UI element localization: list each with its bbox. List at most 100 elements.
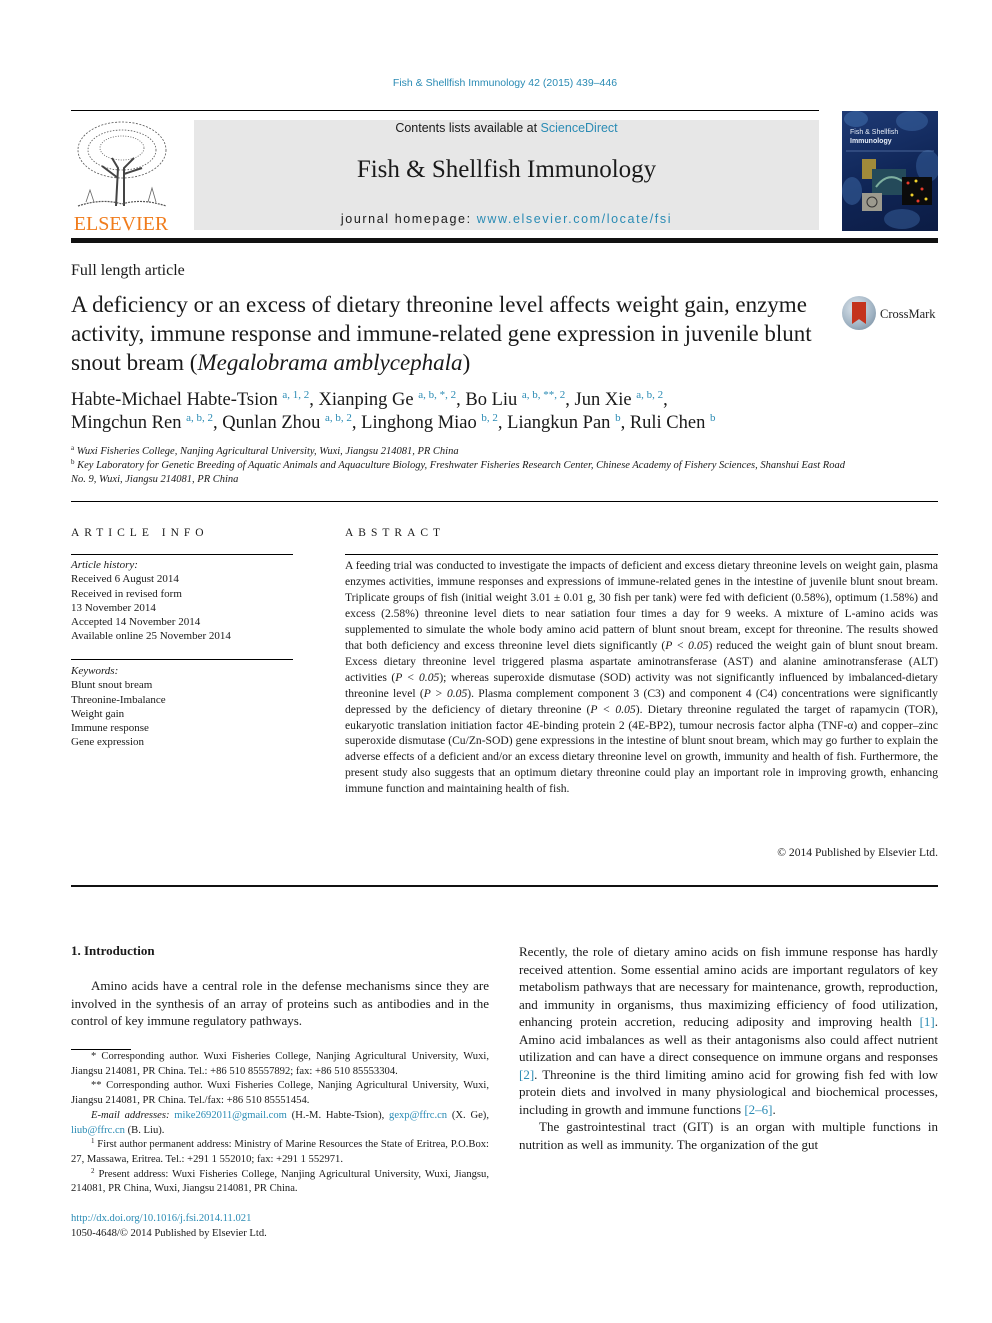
email-owner: (X. Ge),	[447, 1109, 489, 1121]
homepage-link[interactable]: www.elsevier.com/locate/fsi	[477, 212, 672, 226]
keyword-item: Immune response	[71, 722, 149, 735]
divider	[71, 501, 938, 502]
affiliation-mark: b	[71, 458, 75, 466]
sciencedirect-link[interactable]: ScienceDirect	[541, 121, 618, 135]
affiliation-text: Key Laboratory for Genetic Breeding of A…	[71, 460, 845, 485]
intro-column-right: Recently, the role of dietary amino acid…	[519, 943, 938, 1153]
footnotes: * Corresponding author. Wuxi Fisheries C…	[71, 1050, 489, 1197]
history-item: Received 6 August 2014	[71, 573, 179, 586]
elsevier-wordmark: ELSEVIER	[73, 213, 169, 235]
email-owner: (B. Liu).	[124, 1124, 165, 1136]
author-marks[interactable]: a, b, *, 2	[418, 389, 456, 401]
journal-reference-link[interactable]: Fish & Shellfish Immunology 42 (2015) 43…	[0, 77, 992, 89]
abstract-copyright: © 2014 Published by Elsevier Ltd.	[777, 846, 938, 859]
title-species: Megalobrama amblycephala	[197, 350, 463, 375]
cover-title: Fish & Shellfish Immunology	[850, 129, 898, 147]
cover-title-line2: Immunology	[850, 137, 892, 145]
contents-prefix: Contents lists available at	[395, 121, 541, 135]
abstract-text: A feeding trial was conducted to investi…	[345, 558, 938, 797]
abstract-heading: ABSTRACT	[345, 527, 446, 539]
author-name[interactable]: Mingchun Ren	[71, 413, 181, 433]
history-item: Accepted 14 November 2014	[71, 616, 201, 629]
affiliations: a Wuxi Fisheries College, Nanjing Agricu…	[71, 445, 851, 487]
author-marks[interactable]: a, b, **, 2	[522, 389, 565, 401]
homepage-prefix: journal homepage:	[340, 212, 477, 226]
journal-cover-image[interactable]: Fish & Shellfish Immunology	[842, 111, 938, 231]
author-name[interactable]: Qunlan Zhou	[222, 413, 320, 433]
doi-link[interactable]: http://dx.doi.org/10.1016/j.fsi.2014.11.…	[71, 1212, 267, 1227]
history-item: 13 November 2014	[71, 601, 156, 614]
footnote-emails: E-mail addresses: mike2692011@gmail.com …	[71, 1109, 489, 1138]
affiliation-text: Wuxi Fisheries College, Nanjing Agricult…	[76, 446, 459, 457]
author-marks[interactable]: a, b, 2	[325, 412, 352, 424]
homepage-line: journal homepage: www.elsevier.com/locat…	[194, 212, 819, 226]
keyword-item: Weight gain	[71, 707, 125, 720]
paragraph-segment: . Threonine is the third limiting amino …	[519, 1066, 938, 1117]
p-value: P > 0.05	[423, 686, 468, 700]
email-label: E-mail addresses:	[91, 1109, 170, 1121]
keywords-label: Keywords:	[71, 665, 119, 677]
issn-copyright: 1050-4648/© 2014 Published by Elsevier L…	[71, 1227, 267, 1239]
author-name[interactable]: Linghong Miao	[361, 413, 477, 433]
article-type: Full length article	[71, 262, 185, 279]
author-marks[interactable]: a, b, 2	[186, 412, 213, 424]
citation-link[interactable]: [2–6]	[744, 1102, 772, 1117]
elsevier-logo[interactable]: ELSEVIER	[70, 118, 172, 234]
footnote-2: 2 Present address: Wuxi Fisheries Colleg…	[71, 1167, 489, 1197]
author-marks[interactable]: b	[615, 412, 621, 424]
crossmark-button[interactable]: CrossMark	[842, 296, 942, 336]
article-info-heading: ARTICLE INFO	[71, 527, 209, 539]
author-marks[interactable]: b	[710, 412, 716, 424]
divider	[71, 659, 293, 660]
p-value: P < 0.05	[665, 638, 709, 652]
author-name[interactable]: Liangkun Pan	[507, 413, 610, 433]
article-title: A deficiency or an excess of dietary thr…	[71, 290, 831, 377]
author-marks[interactable]: a, 1, 2	[282, 389, 309, 401]
history-label: Article history:	[71, 559, 138, 571]
footnote-corresponding-1: * Corresponding author. Wuxi Fisheries C…	[71, 1051, 489, 1077]
crossmark-label: CrossMark	[880, 307, 936, 321]
paragraph-segment: Recently, the role of dietary amino acid…	[519, 944, 938, 1029]
abstract-segment: ). Dietary threonine regulated the targe…	[345, 702, 938, 796]
affiliation-a: a Wuxi Fisheries College, Nanjing Agricu…	[71, 445, 851, 459]
contents-line: Contents lists available at ScienceDirec…	[194, 121, 819, 135]
cover-title-line1: Fish & Shellfish	[850, 129, 899, 136]
affiliation-b: b Key Laboratory for Genetic Breeding of…	[71, 459, 851, 487]
journal-name: Fish & Shellfish Immunology	[356, 156, 657, 183]
author-name[interactable]: Bo Liu	[465, 390, 517, 410]
email-link[interactable]: liub@ffrc.cn	[71, 1125, 125, 1136]
author-name[interactable]: Habte-Michael Habte-Tsion	[71, 390, 278, 410]
citation-link[interactable]: [2]	[519, 1067, 534, 1082]
intro-paragraph: Recently, the role of dietary amino acid…	[519, 943, 938, 1118]
intro-paragraph-left: Amino acids have a central role in the d…	[71, 978, 489, 1028]
author-marks[interactable]: a, b, 2	[636, 389, 663, 401]
footnote-text: First author permanent address: Ministry…	[71, 1139, 489, 1165]
keyword-item: Blunt snout bream	[71, 679, 153, 692]
doi-block: http://dx.doi.org/10.1016/j.fsi.2014.11.…	[71, 1212, 267, 1241]
divider	[345, 554, 938, 555]
email-owner: (H.-M. Habte-Tsion),	[286, 1109, 390, 1121]
title-end: )	[462, 350, 471, 375]
affiliation-mark: a	[71, 444, 75, 452]
email-link[interactable]: gexp@ffrc.cn	[389, 1110, 447, 1121]
header-rule	[71, 110, 819, 111]
footnote-text: Present address: Wuxi Fisheries College,…	[71, 1168, 489, 1195]
footnote-corresponding-2: ** Corresponding author. Wuxi Fisheries …	[71, 1080, 489, 1107]
header-thick-rule	[71, 238, 938, 243]
author-name[interactable]: Xianping Ge	[319, 390, 414, 410]
email-link[interactable]: mike2692011@gmail.com	[174, 1110, 287, 1121]
history-item: Received in revised form	[71, 587, 182, 600]
footnote-1: 1 First author permanent address: Minist…	[71, 1138, 489, 1167]
divider	[71, 554, 293, 555]
citation-link[interactable]: [1]	[920, 1014, 935, 1029]
article-history: Article history: Received 6 August 2014 …	[71, 558, 231, 644]
keywords: Keywords: Blunt snout bream Threonine-Im…	[71, 664, 166, 750]
author-marks[interactable]: b, 2	[481, 412, 498, 424]
author-name[interactable]: Ruli Chen	[630, 413, 706, 433]
history-item: Available online 25 November 2014	[71, 630, 231, 643]
keyword-item: Gene expression	[71, 736, 145, 749]
author-name[interactable]: Jun Xie	[575, 390, 632, 410]
p-value: P < 0.05	[395, 670, 440, 684]
keyword-item: Threonine-Imbalance	[71, 693, 166, 706]
intro-paragraph: The gastrointestinal tract (GIT) is an o…	[519, 1119, 938, 1152]
